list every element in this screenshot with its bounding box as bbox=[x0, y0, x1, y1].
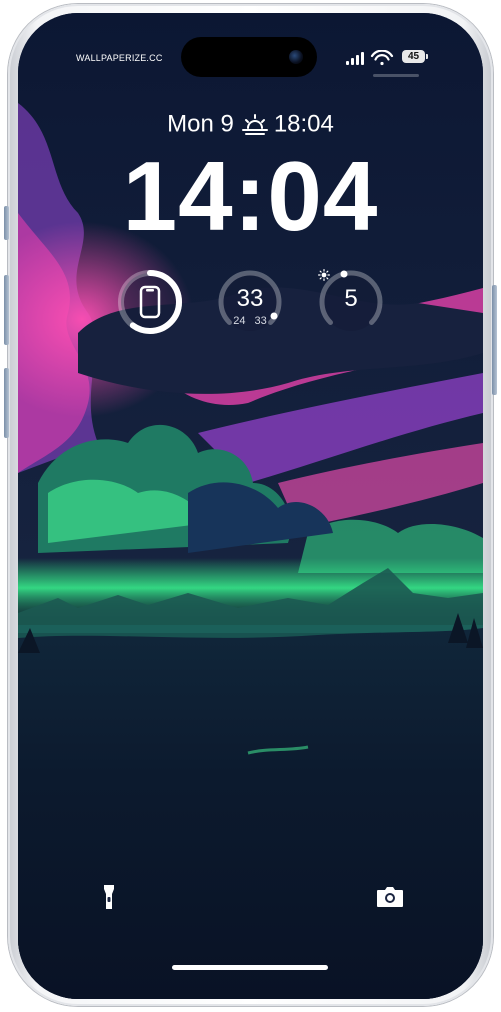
temperature-widget[interactable]: 33 24 33 bbox=[217, 269, 283, 335]
uv-index-widget[interactable]: 5 bbox=[318, 269, 384, 335]
uv-gauge-marker bbox=[340, 270, 348, 278]
status-underline bbox=[373, 74, 419, 77]
home-indicator[interactable] bbox=[172, 965, 328, 970]
dynamic-island bbox=[181, 37, 317, 77]
flashlight-icon bbox=[104, 885, 114, 909]
wifi-icon bbox=[370, 50, 394, 66]
temperature-high: 33 bbox=[254, 315, 267, 327]
temperature-low: 24 bbox=[233, 315, 246, 327]
flashlight-button[interactable] bbox=[87, 875, 131, 919]
date-line[interactable]: Mon 9 18:04 bbox=[18, 110, 483, 140]
volume-up-button[interactable] bbox=[4, 275, 9, 345]
camera-button[interactable] bbox=[368, 875, 412, 919]
battery-indicator: 45 bbox=[402, 50, 425, 63]
temperature-range: 24 33 bbox=[217, 315, 283, 327]
lock-screen-clock[interactable]: 14:04 bbox=[18, 137, 483, 255]
action-button[interactable] bbox=[4, 206, 9, 240]
uv-index-value: 5 bbox=[344, 285, 358, 312]
carrier-label: WALLPAPERIZE.CC bbox=[76, 53, 163, 63]
battery-widget[interactable] bbox=[117, 269, 183, 335]
temperature-value: 33 bbox=[236, 285, 264, 312]
volume-down-button[interactable] bbox=[4, 368, 9, 438]
sunset-icon bbox=[241, 113, 268, 135]
side-button[interactable] bbox=[492, 285, 497, 395]
sunset-time: 18:04 bbox=[273, 110, 334, 138]
signal-bars-icon bbox=[346, 52, 364, 65]
camera-lens bbox=[289, 50, 303, 64]
lock-screen[interactable]: WALLPAPERIZE.CC 45 Mon 9 18:04 14:04 33 … bbox=[18, 13, 483, 999]
sun-icon bbox=[318, 269, 330, 281]
camera-icon bbox=[377, 887, 403, 907]
date-label: Mon 9 bbox=[167, 110, 234, 138]
battery-tip bbox=[426, 54, 428, 59]
